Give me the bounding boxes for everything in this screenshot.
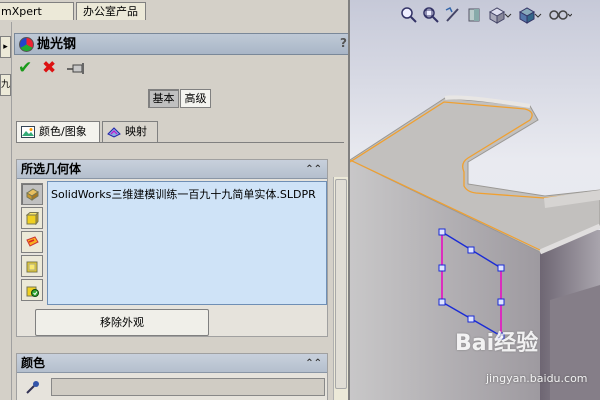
mapping-icon (107, 125, 121, 138)
solidworks-window: mXpert 办公室产品 ▸ 九 抛光钢 ? ✔ ✖ 基本 高级 颜色/图象 映… (0, 0, 600, 400)
eyedropper-icon[interactable] (25, 379, 41, 395)
selected-geometry-group: 所选几何体 ⌃⌃ SolidWorks三维建模训练一百九十九简单实体.SLDPR… (16, 159, 328, 337)
group-title: 所选几何体 (21, 162, 82, 176)
tab-divider (16, 142, 344, 143)
collapse-icon[interactable]: ⌃⌃ (305, 161, 322, 179)
part-filter-icon[interactable] (21, 183, 43, 205)
scrollbar-thumb[interactable] (335, 179, 347, 389)
panel-scrollbar[interactable] (333, 177, 348, 400)
collapse-icon[interactable]: ⌃⌃ (305, 355, 322, 373)
face-filter-icon[interactable] (21, 231, 43, 253)
body-filter-icon[interactable] (21, 207, 43, 229)
advanced-mode-button[interactable]: 高级 (180, 89, 211, 108)
group-header[interactable]: 颜色 ⌃⌃ (17, 354, 327, 373)
color-group: 颜色 ⌃⌃ (16, 353, 328, 400)
color-swatch[interactable] (51, 378, 325, 396)
property-manager-panel: 抛光钢 ? ✔ ✖ 基本 高级 颜色/图象 映射 所选几何体 ⌃⌃ SolidW… (12, 22, 354, 400)
top-tab-strip: mXpert 办公室产品 (0, 0, 348, 22)
baidu-watermark-url: jingyan.baidu.com (486, 372, 588, 385)
left-collapsed-bar: ▸ 九 (0, 22, 12, 400)
list-item[interactable]: SolidWorks三维建模训练一百九十九简单实体.SLDPR (51, 186, 316, 202)
selected-geometry-list[interactable]: SolidWorks三维建模训练一百九十九简单实体.SLDPR (47, 181, 327, 305)
tab-mxpert[interactable]: mXpert (0, 2, 74, 20)
tab-color-image[interactable]: 颜色/图象 (16, 121, 100, 142)
left-mini-label[interactable]: 九 (0, 74, 11, 96)
feature-filter-icon[interactable] (21, 255, 43, 277)
image-icon (21, 125, 35, 138)
page-title: 抛光钢 (37, 37, 77, 52)
component-filter-icon[interactable] (21, 279, 43, 301)
help-icon[interactable]: ? (340, 36, 347, 50)
baidu-watermark-logo: Bai经验 (455, 331, 539, 356)
ok-button[interactable]: ✔ (18, 60, 34, 77)
tab-mapping[interactable]: 映射 (102, 121, 158, 142)
cancel-button[interactable]: ✖ (42, 60, 58, 77)
expand-arrow-button[interactable]: ▸ (0, 36, 11, 58)
tab-label: 映射 (125, 125, 147, 138)
basic-mode-button[interactable]: 基本 (148, 89, 179, 108)
pin-icon[interactable] (67, 62, 87, 76)
remove-appearance-button[interactable]: 移除外观 (35, 309, 209, 336)
tab-office-products[interactable]: 办公室产品 (76, 2, 146, 20)
group-header[interactable]: 所选几何体 ⌃⌃ (17, 160, 327, 179)
appearance-icon (19, 37, 34, 52)
property-manager-header: 抛光钢 ? (14, 33, 354, 55)
group-title: 颜色 (21, 356, 46, 370)
tab-label: 颜色/图象 (39, 125, 87, 138)
